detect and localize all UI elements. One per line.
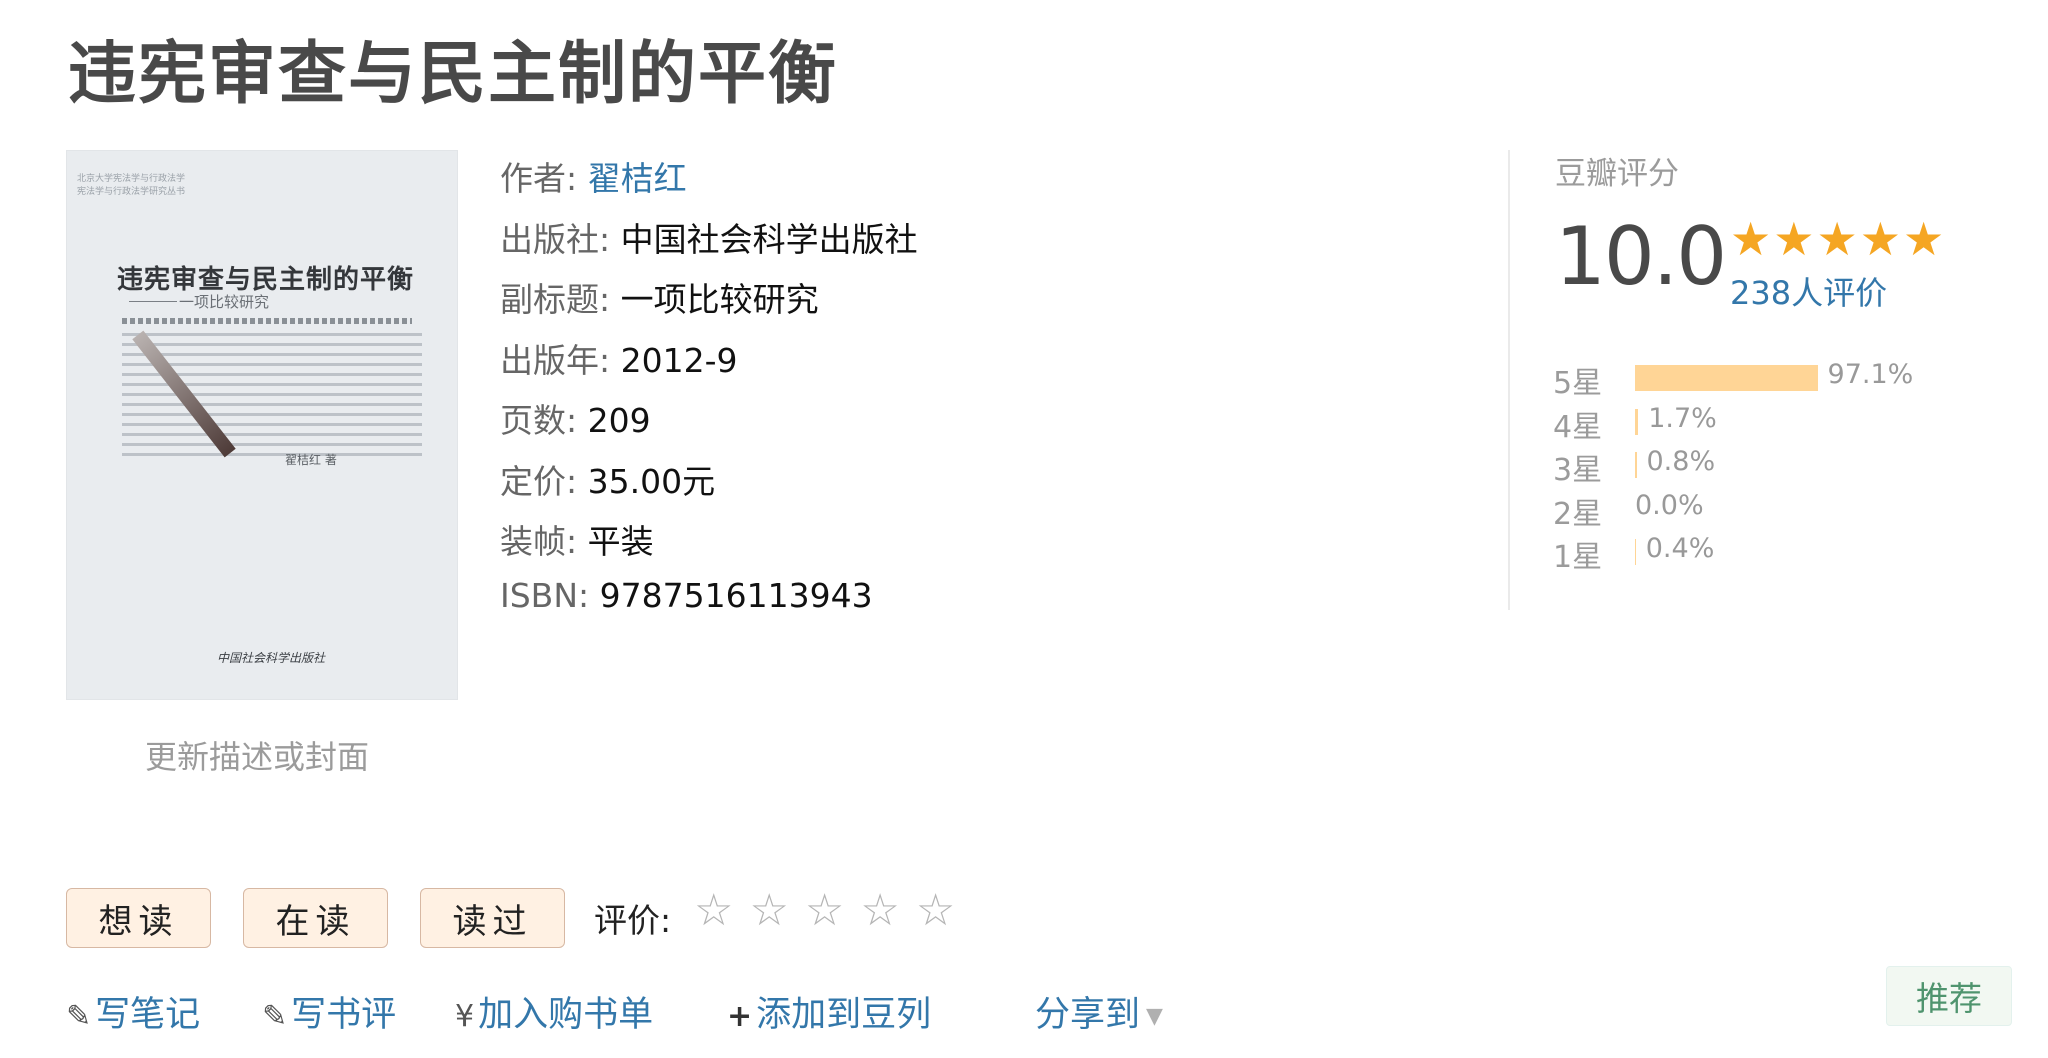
info-row: 装帧: 平装	[500, 515, 654, 563]
info-label: 出版社:	[500, 219, 611, 259]
rating-stars: ★★★★★	[1730, 212, 1947, 266]
info-row: 副标题: 一项比较研究	[500, 273, 819, 321]
info-value: 35.00元	[587, 461, 716, 501]
pencil-icon: ✎	[262, 999, 288, 1034]
rating-divider	[1508, 150, 1514, 610]
info-label: 出版年:	[500, 340, 611, 380]
book-cover[interactable]: 北京大学宪法学与行政法学 宪法学与行政法学研究丛书 违宪审查与民主制的平衡 一项…	[66, 150, 458, 700]
have-read-button[interactable]: 读过	[420, 888, 565, 948]
rating-dist-bar	[1635, 452, 1637, 478]
add-to-cart-label: 加入购书单	[478, 995, 654, 1035]
write-review-link[interactable]: ✎ 写书评	[262, 986, 396, 1037]
info-label: 页数:	[500, 401, 578, 440]
rating-dist-percent: 97.1%	[1827, 359, 1914, 390]
rate-star-4-icon[interactable]: ☆	[860, 885, 900, 936]
book-title: 违宪审查与民主制的平衡	[68, 35, 839, 114]
rate-star-2-icon[interactable]: ☆	[749, 885, 789, 936]
plus-icon: +	[727, 999, 753, 1034]
write-note-label: 写笔记	[95, 995, 201, 1035]
want-to-read-button[interactable]: 想读	[66, 888, 211, 948]
author-link[interactable]: 翟桔红	[588, 159, 687, 198]
rating-dist-bar	[1635, 365, 1818, 391]
rating-dist-label: 5星	[1553, 366, 1603, 401]
rating-dist-percent: 0.8%	[1646, 446, 1716, 477]
info-label: 装帧:	[500, 522, 578, 561]
info-label: 副标题:	[500, 280, 611, 319]
cover-series: 北京大学宪法学与行政法学 宪法学与行政法学研究丛书	[77, 173, 185, 199]
info-value: 9787516113943	[599, 575, 873, 615]
yen-icon: ¥	[455, 999, 475, 1034]
rate-star-5-icon[interactable]: ☆	[916, 885, 956, 936]
cover-english-line	[122, 318, 412, 324]
info-label: 定价:	[500, 461, 578, 501]
info-value: 平装	[587, 522, 654, 561]
info-row: 定价: 35.00元	[500, 455, 715, 503]
add-to-doulist-label: 添加到豆列	[756, 995, 932, 1035]
info-value: 一项比较研究	[620, 280, 819, 319]
share-dropdown[interactable]: 分享到 ▼	[1035, 986, 1163, 1037]
rating-dist-bar	[1635, 408, 1639, 435]
write-note-link[interactable]: ✎ 写笔记	[66, 986, 200, 1037]
add-to-doulist-link[interactable]: + 添加到豆列	[727, 986, 931, 1037]
info-row: 出版年: 2012-9	[500, 334, 738, 382]
rate-label: 评价:	[594, 901, 672, 940]
rate-star-3-icon[interactable]: ☆	[805, 885, 845, 936]
info-row[interactable]: 作者: 翟桔红	[500, 152, 687, 200]
reading-button[interactable]: 在读	[243, 888, 388, 948]
rating-score: 10.0	[1555, 210, 1727, 303]
recommend-button[interactable]: 推荐	[1886, 966, 2012, 1026]
info-value: 中国社会科学出版社	[620, 219, 918, 259]
rating-dist-percent: 0.4%	[1645, 533, 1715, 564]
info-label: 作者:	[500, 159, 578, 198]
cover-dash	[129, 301, 177, 302]
rating-dist-label: 1星	[1553, 540, 1603, 575]
update-cover-link[interactable]: 更新描述或封面	[145, 732, 369, 778]
add-to-cart-link[interactable]: ¥ 加入购书单	[455, 986, 653, 1037]
cover-text-block	[122, 333, 422, 457]
share-label: 分享到	[1035, 995, 1141, 1035]
write-review-label: 写书评	[291, 995, 397, 1035]
info-value: 2012-9	[620, 340, 738, 380]
rating-dist-bar	[1635, 539, 1636, 565]
rating-dist-percent: 0.0%	[1635, 489, 1704, 521]
rate-stars[interactable]: ☆ ☆ ☆ ☆ ☆	[694, 885, 956, 936]
info-row: 页数: 209	[500, 394, 651, 442]
rate-star-1-icon[interactable]: ☆	[694, 885, 734, 936]
cover-author: 翟桔红 著	[285, 453, 337, 467]
info-row: ISBN: 9787516113943	[500, 576, 873, 615]
cover-publisher: 中国社会科学出版社	[217, 651, 326, 665]
cover-series-line-1: 北京大学宪法学与行政法学	[77, 174, 186, 184]
rating-title: 豆瓣评分	[1555, 156, 1679, 192]
info-row: 出版社: 中国社会科学出版社	[500, 213, 918, 261]
rating-dist-label: 4星	[1553, 409, 1603, 445]
chevron-down-icon: ▼	[1146, 1004, 1163, 1029]
info-label: ISBN:	[500, 575, 590, 615]
rating-dist-label: 3星	[1553, 453, 1603, 488]
cover-series-line-2: 宪法学与行政法学研究丛书	[77, 187, 186, 197]
rating-dist-percent: 1.7%	[1648, 402, 1717, 434]
cover-subtitle: 一项比较研究	[179, 293, 270, 311]
rating-dist-label: 2星	[1553, 496, 1603, 532]
rating-count-link[interactable]: 238人评价	[1730, 268, 1887, 314]
info-value: 209	[587, 401, 651, 440]
pencil-icon: ✎	[66, 999, 92, 1034]
